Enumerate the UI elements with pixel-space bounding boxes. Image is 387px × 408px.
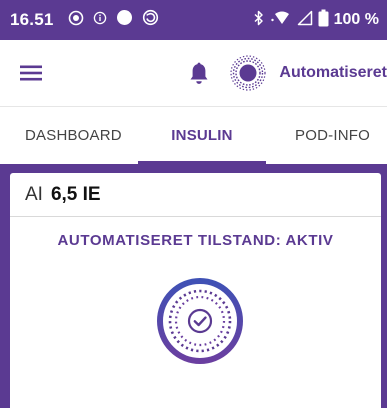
insulin-on-board-row: AI 6,5 IE bbox=[10, 173, 381, 217]
status-notification-icons bbox=[68, 9, 159, 31]
bluetooth-icon bbox=[253, 10, 265, 31]
status-system-icons: 100 % bbox=[253, 9, 379, 32]
automated-mode-emblem bbox=[156, 277, 244, 365]
app-title: Automatiseret bbox=[279, 64, 387, 81]
insulin-card: AI 6,5 IE AUTOMATISERET TILSTAND: AKTIV bbox=[10, 173, 381, 408]
sync-icon bbox=[142, 9, 159, 31]
active-insulin-label: AI bbox=[25, 183, 43, 205]
status-time: 16.51 bbox=[10, 10, 54, 29]
menu-icon[interactable] bbox=[20, 65, 42, 81]
tab-dashboard[interactable]: DASHBOARD bbox=[10, 107, 130, 164]
active-insulin-value: 6,5 IE bbox=[50, 183, 101, 205]
automated-mode-icon bbox=[229, 54, 267, 92]
tab-insulin[interactable]: INSULIN bbox=[138, 107, 266, 164]
battery-level: 100 % bbox=[333, 11, 379, 28]
status-bar: 16.51 100 % bbox=[0, 0, 387, 40]
bell-icon[interactable] bbox=[189, 62, 209, 85]
filled-circle-icon bbox=[116, 9, 133, 31]
tab-bar: DASHBOARD INSULIN POD-INFO bbox=[0, 106, 387, 164]
wifi-icon bbox=[270, 10, 292, 31]
automated-mode-status: AUTOMATISERET TILSTAND: AKTIV bbox=[57, 232, 334, 249]
battery-icon bbox=[318, 9, 329, 32]
tab-pod-info[interactable]: POD-INFO bbox=[278, 107, 387, 164]
app-bar: Automatiseret bbox=[0, 40, 387, 106]
record-icon bbox=[68, 10, 84, 31]
signal-icon bbox=[297, 10, 313, 31]
check-icon bbox=[187, 308, 213, 334]
info-circle-icon bbox=[93, 11, 107, 30]
